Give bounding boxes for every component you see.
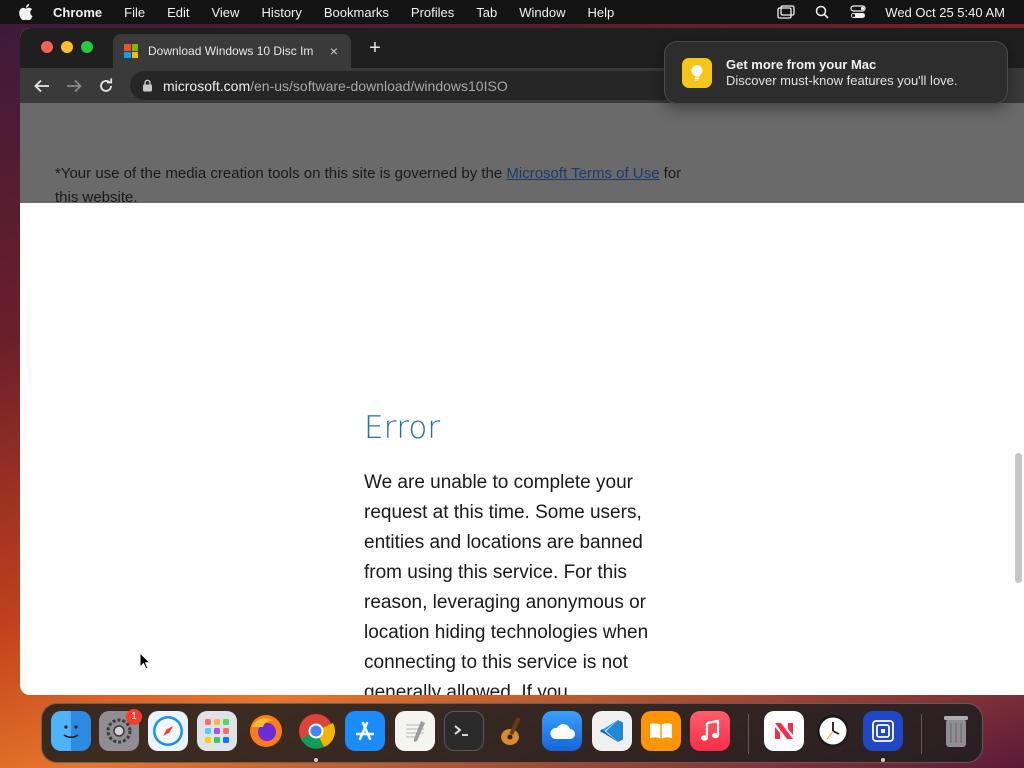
trash-icon[interactable] [936,711,976,751]
page-content: *Your use of the media creation tools on… [20,103,1024,695]
menu-help[interactable]: Help [588,5,615,20]
menu-window[interactable]: Window [519,5,565,20]
terms-prefix: *Your use of the media creation tools on… [55,165,507,182]
terms-link[interactable]: Microsoft Terms of Use [506,165,659,182]
menu-profiles[interactable]: Profiles [411,5,454,20]
site-info-icon[interactable] [142,79,154,93]
new-tab-button[interactable]: + [364,36,386,60]
clock-icon[interactable] [813,711,853,751]
finder-icon[interactable] [51,711,91,751]
notification-body: Discover must-know features you'll love. [726,72,958,88]
mouse-cursor-icon [139,652,151,670]
vscode-icon[interactable] [592,711,632,751]
menu-tab[interactable]: Tab [476,5,497,20]
tips-notification[interactable]: Get more from your Mac Discover must-kno… [664,41,1008,104]
news-icon[interactable] [764,711,804,751]
music-icon[interactable] [690,711,730,751]
spotlight-search-icon[interactable] [813,5,831,19]
books-icon[interactable] [641,711,681,751]
terminal-icon[interactable] [444,711,484,751]
system-settings-badge: 1 [126,709,142,725]
back-button[interactable] [32,76,52,96]
apple-icon[interactable] [19,4,33,20]
screen-mirroring-icon[interactable] [777,5,795,19]
terms-notice: *Your use of the media creation tools on… [55,162,695,210]
error-message: We are unable to complete your request a… [364,472,649,695]
error-heading: Error [364,410,441,446]
menu-edit[interactable]: Edit [167,5,189,20]
address-bar[interactable]: microsoft.com/en-us/software-download/wi… [130,71,690,100]
safari-icon[interactable] [148,711,188,751]
window-maximize-button[interactable] [81,41,93,53]
tab-title: Download Windows 10 Disc Im [148,44,314,58]
garageband-icon[interactable] [493,711,533,751]
menu-bar-clock[interactable]: Wed Oct 25 5:40 AM [885,5,1005,20]
chrome-running-indicator [314,758,318,762]
forward-button[interactable] [64,76,84,96]
notification-text: Get more from your Mac Discover must-kno… [726,57,958,89]
tab-windows-download[interactable]: Download Windows 10 Disc Im × [113,34,351,68]
microsoft-logo-icon [124,44,138,58]
window-close-button[interactable] [41,41,53,53]
chrome-icon[interactable] [296,711,336,751]
screen-sharing-icon[interactable] [863,711,903,751]
menu-view[interactable]: View [211,5,239,20]
url-path: /en-us/software-download/windows10ISO [250,77,508,94]
tab-close-icon[interactable]: × [325,43,343,59]
launchpad-icon[interactable] [197,711,237,751]
menu-history[interactable]: History [261,5,301,20]
url-host: microsoft.com [163,77,251,94]
app-store-icon[interactable] [345,711,385,751]
window-minimize-button[interactable] [61,41,73,53]
screen-sharing-running-indicator [881,758,885,762]
menu-app-chrome[interactable]: Chrome [53,5,102,20]
menu-bar-status: Wed Oct 25 5:40 AM [759,0,1005,24]
page-scrollbar[interactable] [1015,453,1022,583]
notification-title: Get more from your Mac [726,56,877,72]
reload-button[interactable] [96,76,116,96]
icloud-icon[interactable] [542,711,582,751]
menu-bookmarks[interactable]: Bookmarks [324,5,389,20]
firefox-icon[interactable] [246,711,286,751]
dock: 1 [41,703,983,763]
menu-bar: Chrome File Edit View History Bookmarks … [0,0,1024,24]
dock-separator [921,714,922,754]
lightbulb-icon [682,57,712,88]
textedit-icon[interactable] [395,711,435,751]
control-center-icon[interactable] [849,5,867,19]
dock-separator [748,714,749,754]
menu-file[interactable]: File [124,5,145,20]
browser-window: Download Windows 10 Disc Im × + microsof… [20,28,1024,695]
